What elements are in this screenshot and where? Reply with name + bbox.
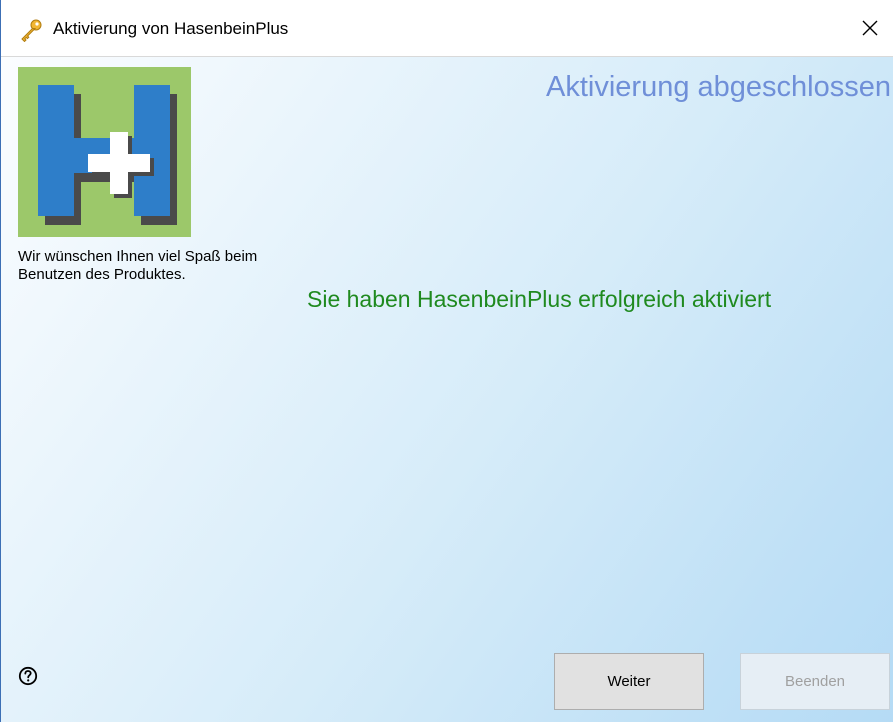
next-button[interactable]: Weiter: [554, 653, 704, 710]
help-icon[interactable]: [18, 666, 38, 686]
activation-window: Aktivierung von HasenbeinPlus Wir wünsch…: [0, 0, 893, 722]
welcome-text: Wir wünschen Ihnen viel Spaß beim Benutz…: [18, 248, 258, 283]
page-heading: Aktivierung abgeschlossen: [546, 71, 891, 103]
success-message: Sie haben HasenbeinPlus erfolgreich akti…: [307, 286, 772, 312]
close-button[interactable]: [847, 0, 893, 56]
finish-button[interactable]: Beenden: [740, 653, 890, 710]
key-icon: [21, 19, 42, 42]
close-icon: [862, 20, 878, 36]
title-bar[interactable]: Aktivierung von HasenbeinPlus: [1, 0, 893, 57]
wizard-content: Wir wünschen Ihnen viel Spaß beim Benutz…: [1, 57, 893, 722]
window-title: Aktivierung von HasenbeinPlus: [53, 19, 289, 38]
hasenbeinplus-logo: [18, 67, 191, 237]
